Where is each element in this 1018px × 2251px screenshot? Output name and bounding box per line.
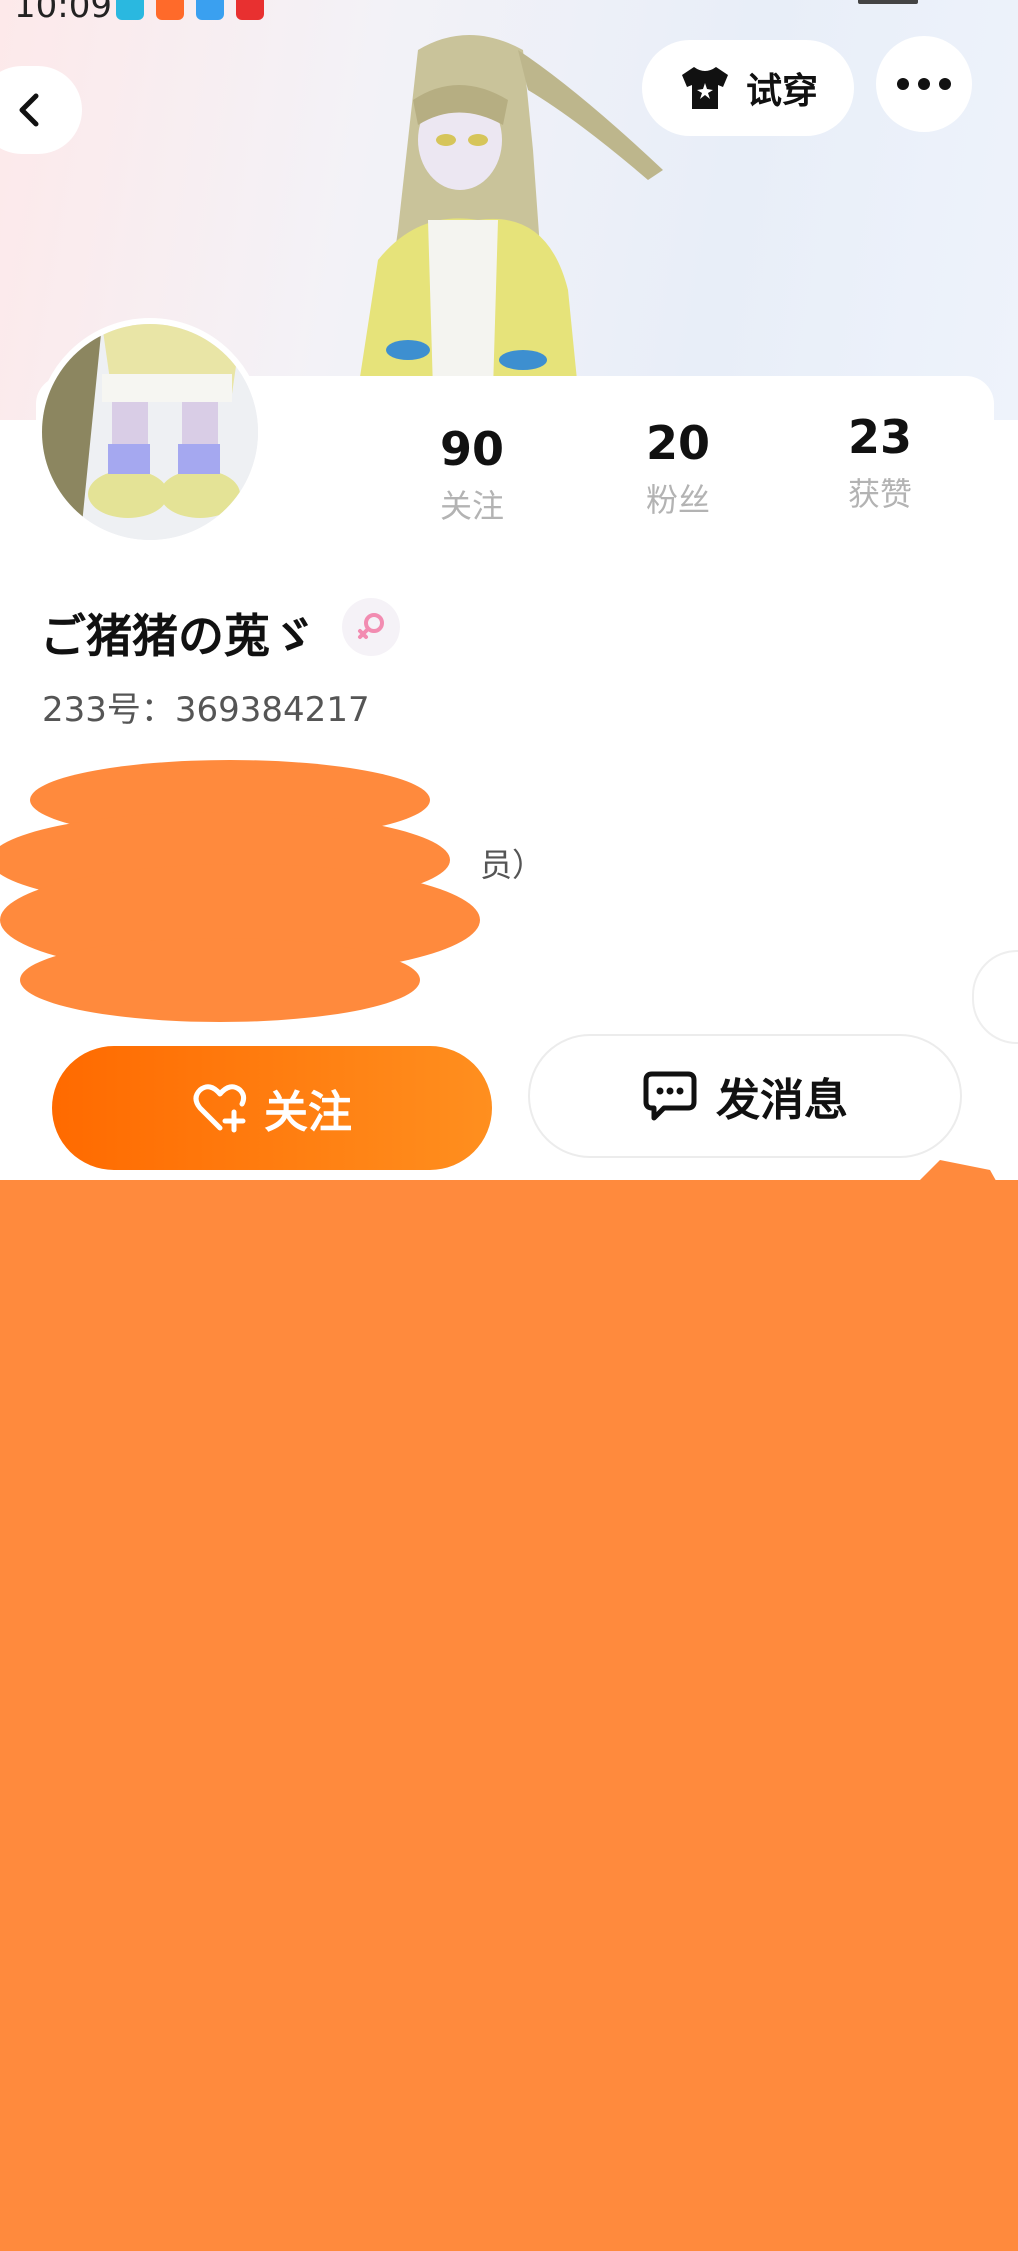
send-message-button[interactable]: 发消息	[528, 1034, 962, 1158]
heart-plus-icon	[193, 1084, 247, 1133]
stat-fans-label: 粉丝	[645, 480, 710, 519]
avatar-image	[42, 324, 258, 540]
status-notification-icons	[116, 0, 264, 20]
follow-label: 关注	[264, 1087, 352, 1138]
follow-button[interactable]: 关注	[52, 1046, 492, 1170]
stat-likes-label: 获赞	[847, 474, 912, 513]
avatar[interactable]	[36, 318, 264, 546]
status-time: 10:09	[14, 0, 112, 26]
chevron-left-icon	[19, 93, 39, 127]
shirt-icon	[681, 67, 728, 109]
stat-fans[interactable]: 20 粉丝	[598, 418, 758, 521]
app-notification-icon	[116, 0, 144, 20]
signal-icon	[858, 0, 918, 4]
gender-female-icon	[342, 598, 400, 656]
more-options-button[interactable]	[876, 36, 972, 132]
stat-following[interactable]: 90 关注	[392, 424, 552, 527]
character-image	[358, 35, 663, 390]
redaction-block	[0, 1180, 1018, 2251]
more-dots-icon	[897, 78, 951, 90]
try-on-button[interactable]: 试穿	[642, 40, 854, 136]
status-bar: 10:09	[0, 0, 1018, 26]
stat-fans-value: 20	[645, 416, 710, 470]
stat-following-label: 关注	[439, 486, 504, 525]
try-on-label: 试穿	[745, 71, 818, 112]
stat-following-value: 90	[439, 422, 504, 476]
app-notification-icon	[236, 0, 264, 20]
send-message-label: 发消息	[716, 1075, 848, 1126]
user-id: 233号：369384217	[42, 690, 370, 730]
chat-bubble-icon	[643, 1071, 697, 1121]
stat-likes[interactable]: 23 获赞	[800, 412, 960, 515]
app-notification-icon	[156, 0, 184, 20]
username: ご猪猪の莵ゞ	[40, 609, 316, 663]
redaction-scribble	[0, 760, 480, 1022]
stat-likes-value: 23	[847, 410, 912, 464]
app-notification-icon	[196, 0, 224, 20]
